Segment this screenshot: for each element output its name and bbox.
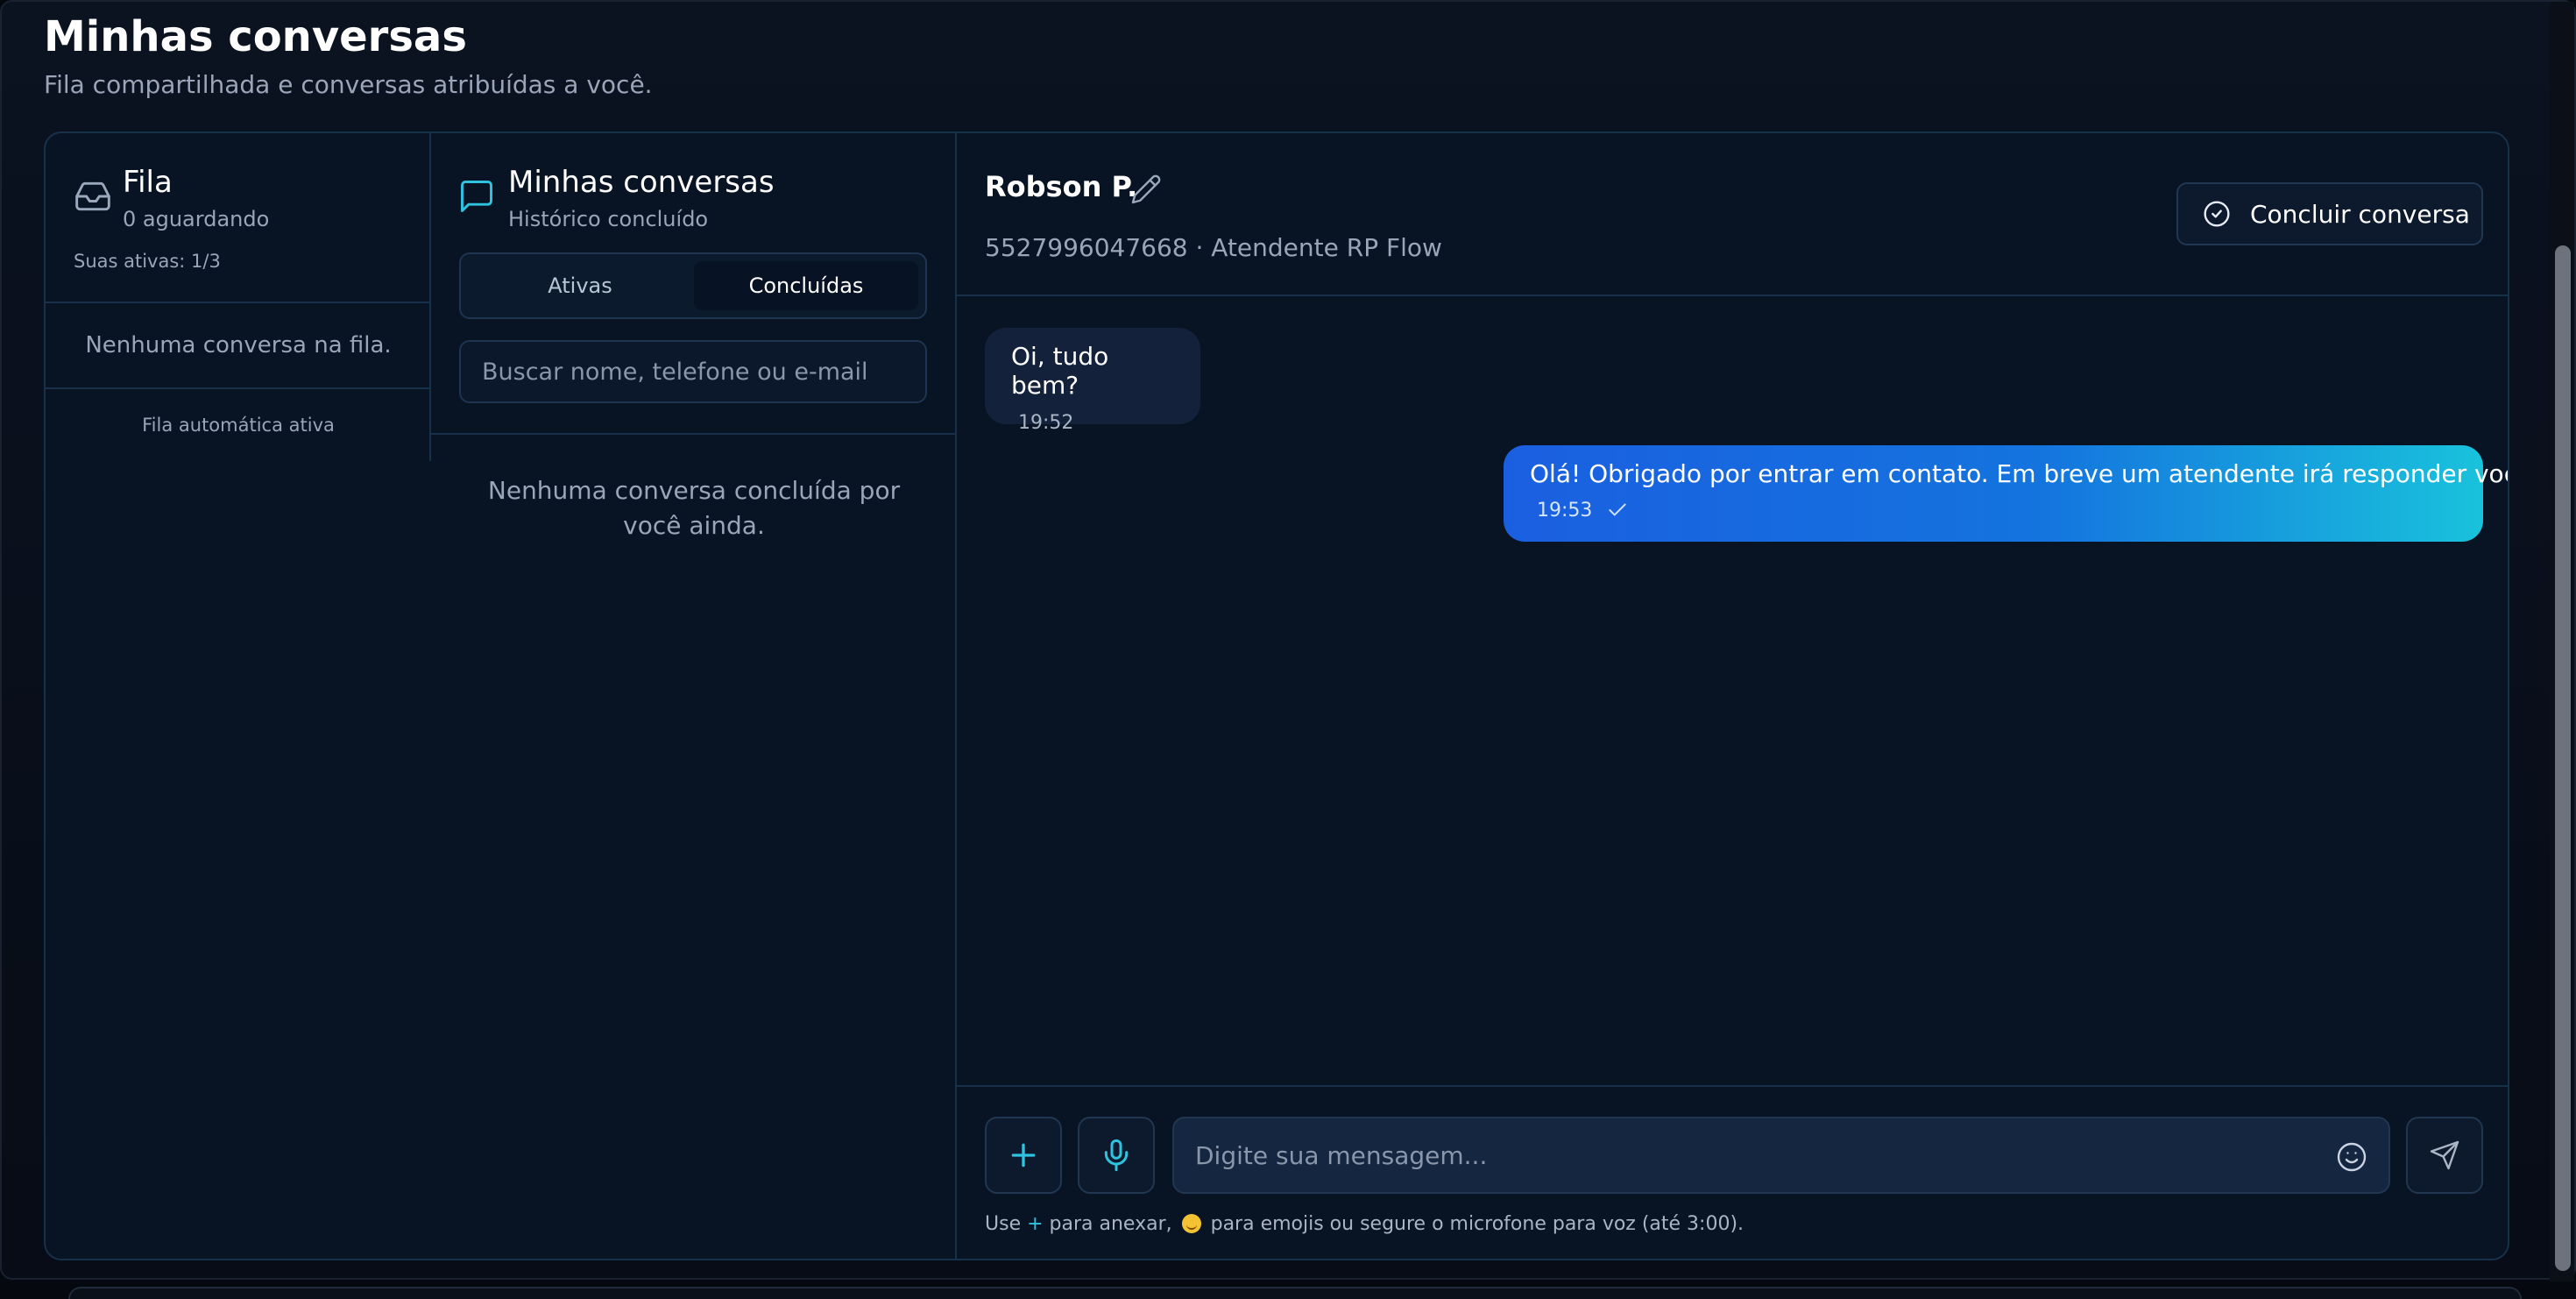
contact-name: Robson P. [985,170,1138,203]
message-text: Olá! Obrigado por entrar em contato. Em … [1530,459,2509,488]
tab-ativas[interactable]: Ativas [468,261,692,310]
queue-waiting-count: 0 aguardando [123,207,270,231]
conversations-panel: Fila 0 aguardando Suas ativas: 1/3 Nenhu… [44,131,2509,1260]
queue-header: Fila 0 aguardando Suas ativas: 1/3 [46,133,431,303]
send-icon [2430,1140,2459,1170]
app-window: Minhas conversas Fila compartilhada e co… [0,0,2576,1281]
microphone-button[interactable] [1078,1117,1155,1194]
scrollbar[interactable] [2550,2,2574,1281]
chat-column: Robson P. 5527996047668 · Atendente RP F… [957,133,2509,1259]
message-incoming: Oi, tudo bem? 19:52 [985,328,1200,434]
my-conversations-subtitle: Histórico concluído [508,207,709,231]
queue-title: Fila [123,165,173,200]
my-conversations-column: Minhas conversas Histórico concluído Ati… [431,133,957,1259]
send-button[interactable] [2406,1117,2483,1194]
page-title: Minhas conversas [44,12,467,61]
conclude-button[interactable]: Concluir conversa [2176,182,2483,245]
message-time: 19:52 [1018,412,1074,434]
inbox-icon [75,181,110,211]
pencil-icon[interactable] [1130,174,1162,205]
underlying-window-edge [68,1287,2522,1299]
active-count: Suas ativas: 1/3 [74,251,221,272]
chat-header: Robson P. 5527996047668 · Atendente RP F… [957,133,2508,296]
smiling-emoji-icon [1181,1214,1201,1233]
queue-column: Fila 0 aguardando Suas ativas: 1/3 Nenhu… [46,133,431,1259]
status-tabs: Ativas Concluídas [459,252,927,319]
auto-queue-status: Fila automática ativa [142,415,335,436]
composer-hint: Use + para anexar, para emojis ou segure… [985,1213,1744,1235]
check-circle-icon [2204,201,2230,227]
microphone-icon [1104,1139,1129,1172]
search-input[interactable] [459,340,927,403]
message-input[interactable] [1172,1117,2390,1194]
message-list: Oi, tudo bem? 19:52 Olá! Obrigado por en… [957,296,2509,1085]
contact-meta: 5527996047668 · Atendente RP Flow [985,233,1442,262]
completed-empty-message: Nenhuma conversa concluída por você aind… [487,476,901,540]
queue-empty-message: Nenhuma conversa na fila. [46,303,431,389]
message-text: Oi, tudo bem? [1011,342,1109,400]
attach-button[interactable] [985,1117,1062,1194]
page-subtitle: Fila compartilhada e conversas atribuída… [44,70,653,99]
my-conversations-title: Minhas conversas [508,165,775,200]
chat-bubble-icon [461,181,492,212]
message-outgoing: Olá! Obrigado por entrar em contato. Em … [1504,445,2509,542]
smile-icon[interactable] [2336,1141,2367,1173]
conclude-button-label: Concluir conversa [2250,199,2470,229]
tab-concluidas[interactable]: Concluídas [694,261,918,310]
my-conversations-header: Minhas conversas Histórico concluído Ati… [431,133,955,435]
scrollbar-thumb[interactable] [2555,245,2571,1271]
message-composer: Use + para anexar, para emojis ou segure… [957,1085,2508,1259]
plus-icon [1011,1143,1036,1168]
message-time: 19:53 [1537,499,1593,522]
check-icon [1609,503,1627,516]
